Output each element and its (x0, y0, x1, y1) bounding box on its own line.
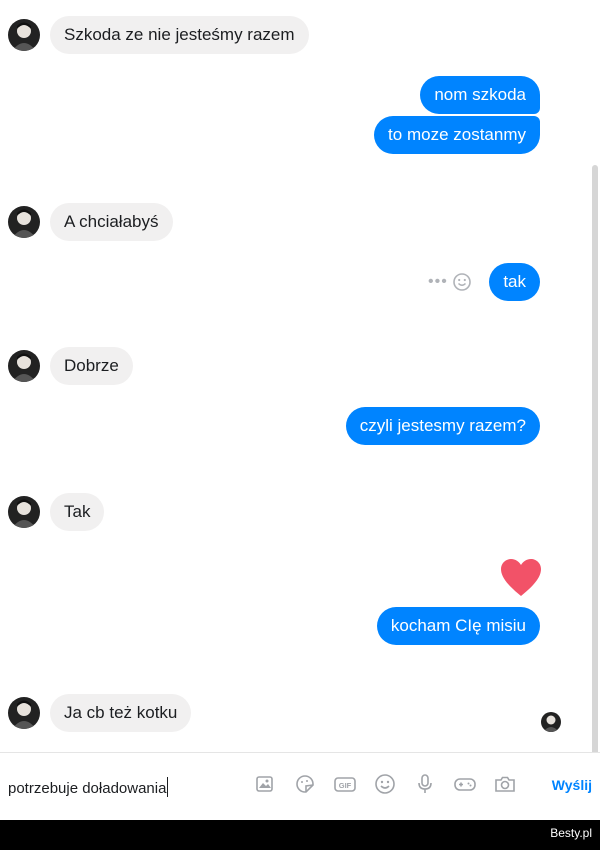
emoji-icon[interactable] (370, 769, 400, 799)
message-row: to moze zostanmy (0, 116, 600, 154)
outgoing-message-bubble[interactable]: czyli jestesmy razem? (345, 407, 540, 445)
incoming-message-bubble[interactable]: Dobrze (50, 347, 133, 385)
composer-toolbar: GIF (250, 769, 520, 799)
message-row: tak (0, 263, 600, 301)
avatar[interactable] (8, 19, 40, 51)
microphone-icon[interactable] (410, 769, 440, 799)
footer-bar: Besty.pl (0, 820, 600, 850)
message-input-value: potrzebuje doładowania (8, 780, 167, 797)
watermark: Besty.pl (550, 826, 592, 840)
camera-icon[interactable] (490, 769, 520, 799)
message-input[interactable]: potrzebuje doładowania (8, 777, 169, 797)
message-row: A chciałabyś (0, 203, 600, 241)
message-row: Tak (0, 493, 600, 531)
message-row: czyli jestesmy razem? (0, 407, 600, 445)
incoming-message-bubble[interactable]: Ja cb też kotku (50, 694, 192, 732)
avatar[interactable] (8, 350, 40, 382)
avatar[interactable] (8, 697, 40, 729)
message-row: Szkoda ze nie jesteśmy razem (0, 16, 600, 54)
outgoing-message-bubble[interactable]: kocham CIę misiu (376, 607, 540, 645)
game-controller-icon[interactable] (450, 769, 480, 799)
outgoing-message-bubble[interactable]: nom szkoda (420, 76, 540, 114)
gif-icon[interactable]: GIF (330, 769, 360, 799)
message-row: kocham CIę misiu (0, 607, 600, 645)
avatar[interactable] (8, 496, 40, 528)
avatar[interactable] (8, 206, 40, 238)
scrollbar[interactable] (592, 165, 598, 755)
send-button[interactable]: Wyślij (552, 777, 592, 793)
incoming-message-bubble[interactable]: Szkoda ze nie jesteśmy razem (50, 16, 309, 54)
image-icon[interactable] (250, 769, 280, 799)
message-composer: potrzebuje doładowania GIF Wyślij (0, 752, 600, 821)
svg-text:GIF: GIF (339, 781, 352, 790)
message-row: Ja cb też kotku (0, 694, 600, 732)
sticker-icon[interactable] (290, 769, 320, 799)
outgoing-message-bubble[interactable]: to moze zostanmy (374, 116, 540, 154)
message-row: nom szkoda (0, 76, 600, 114)
seen-avatar (541, 712, 561, 732)
heart-icon[interactable] (500, 558, 542, 598)
incoming-message-bubble[interactable]: Tak (50, 493, 105, 531)
outgoing-message-bubble[interactable]: tak (489, 263, 540, 301)
incoming-message-bubble[interactable]: A chciałabyś (50, 203, 173, 241)
message-row: Dobrze (0, 347, 600, 385)
text-caret (167, 777, 169, 797)
message-thread: Szkoda ze nie jesteśmy razem nom szkoda … (0, 0, 600, 755)
